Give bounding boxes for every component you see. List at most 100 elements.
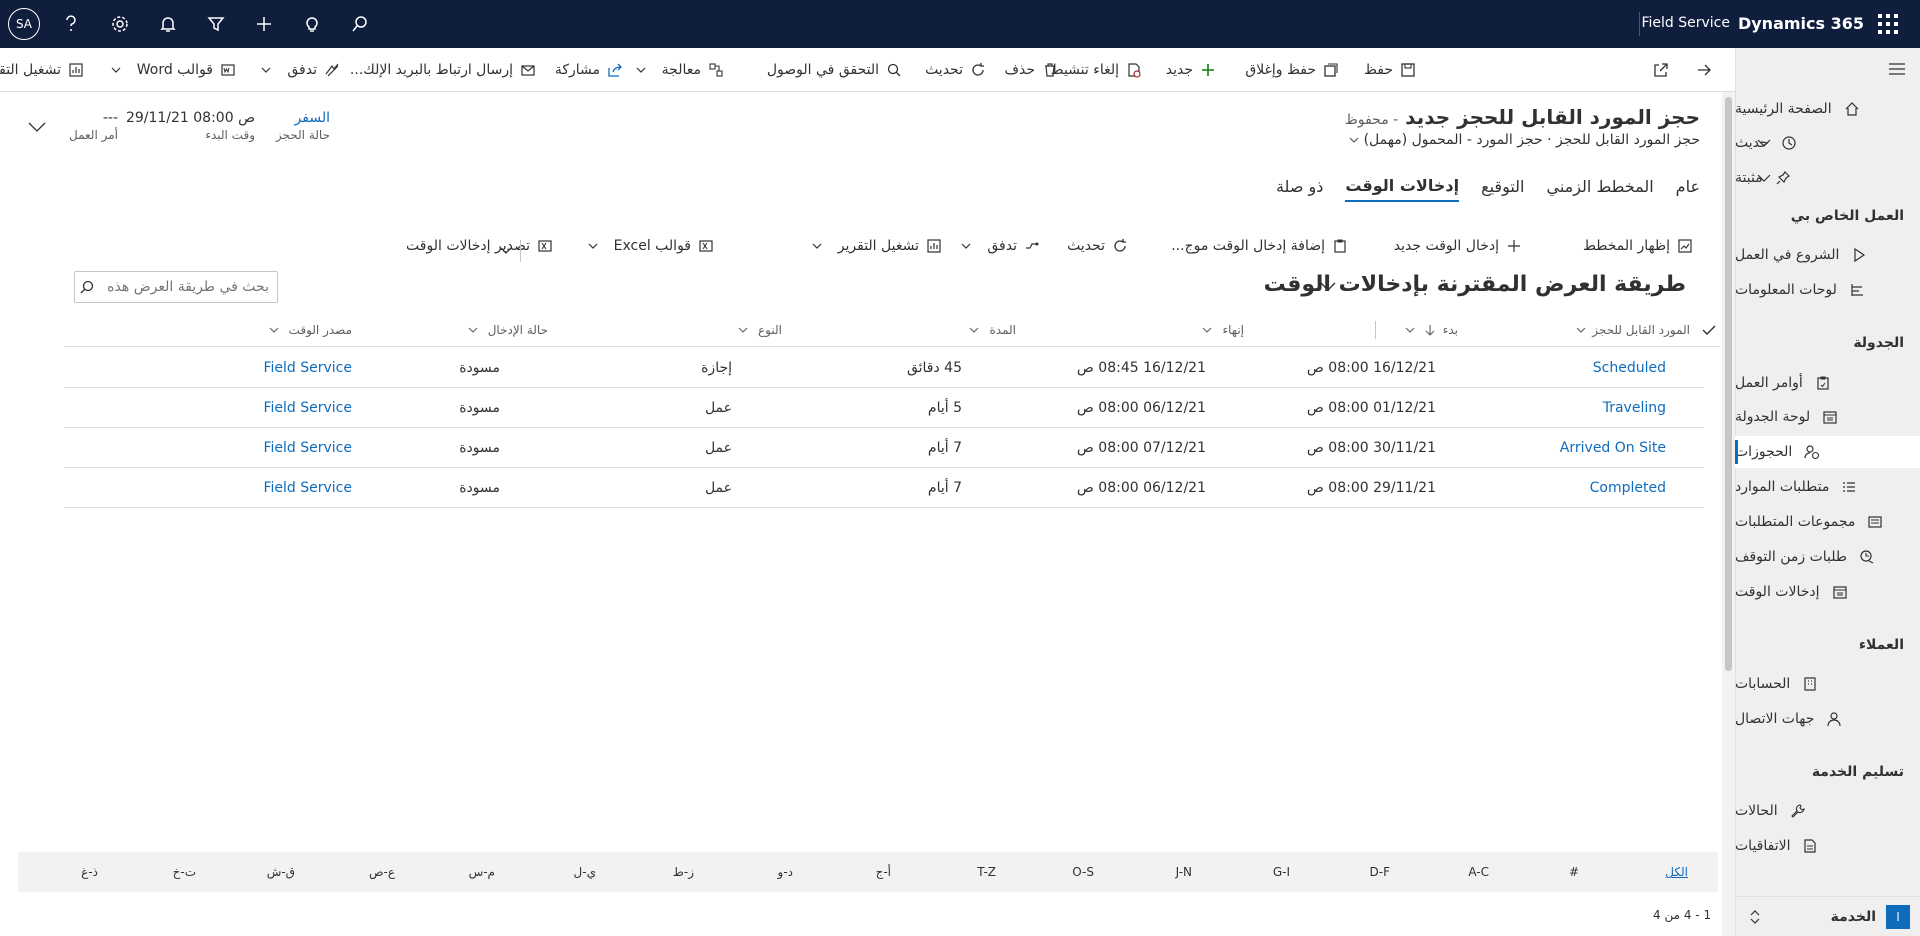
column-header-type[interactable]: النوع xyxy=(738,313,782,347)
brand-title[interactable]: Dynamics 365 xyxy=(1738,14,1864,33)
sidebar-item-bookings[interactable]: الحجوزات xyxy=(1735,436,1920,468)
chevron-down-icon[interactable] xyxy=(1757,174,1771,182)
alpha-filter-item[interactable]: ز-ط xyxy=(673,852,694,892)
word-templates-button[interactable]: قوالب Word xyxy=(111,48,237,92)
column-header-duration[interactable]: المدة xyxy=(969,313,1016,347)
table-row[interactable]: Arrived On Site 30/11/21 08:00 ص 07/12/2… xyxy=(64,428,1704,468)
alpha-filter-item[interactable]: O-S xyxy=(1072,852,1094,892)
tab-time-entries[interactable]: إدخالات الوقت xyxy=(1345,170,1460,202)
delete-button[interactable]: حذف xyxy=(1004,48,1059,92)
add-existing-time-entry-button[interactable]: إضافة إدخال الوقت موج... xyxy=(1171,230,1349,262)
subgrid-refresh-button[interactable]: تحديث xyxy=(1067,230,1129,262)
main-scrollbar[interactable] xyxy=(1722,92,1735,936)
table-row[interactable]: Scheduled 16/12/21 08:00 ص 16/12/21 08:4… xyxy=(64,348,1704,388)
chevron-down-icon[interactable] xyxy=(261,67,271,73)
sidebar-item-accounts[interactable]: الحسابات xyxy=(1735,668,1920,700)
view-chevron-down-icon[interactable] xyxy=(1320,282,1336,292)
sidebar-item-work-orders[interactable]: أوامر العمل xyxy=(1735,367,1920,399)
lightbulb-icon[interactable] xyxy=(300,12,324,36)
alpha-filter-item[interactable]: ذ-غ xyxy=(81,852,98,892)
sidebar-item-requirements[interactable]: متطلبات الموارد xyxy=(1735,471,1920,503)
app-name[interactable]: Field Service xyxy=(1641,15,1730,31)
form-selector[interactable]: حجز المورد - المحمول (مهمل) xyxy=(1364,132,1543,148)
table-row[interactable]: Completed 29/11/21 08:00 ص 06/12/21 08:0… xyxy=(64,468,1704,508)
alpha-filter-item[interactable]: د-و xyxy=(778,852,793,892)
subgrid-run-report-button[interactable]: تشغيل التقرير xyxy=(812,230,943,262)
save-close-button[interactable]: حفظ وإغلاق xyxy=(1245,48,1340,92)
gear-icon[interactable] xyxy=(108,12,132,36)
cell-time-source[interactable]: Field Service xyxy=(263,428,352,468)
plus-icon[interactable] xyxy=(252,12,276,36)
save-button[interactable]: حفظ xyxy=(1364,48,1417,92)
new-time-entry-button[interactable]: إدخال الوقت جديد xyxy=(1394,230,1523,262)
column-header-time-source[interactable]: مصدر الوقت xyxy=(269,313,352,347)
alpha-filter-item[interactable]: ت-خ xyxy=(173,852,196,892)
sidebar-item-dashboards[interactable]: لوحات المعلومات xyxy=(1735,274,1920,306)
chevron-down-icon[interactable] xyxy=(812,243,822,249)
hamburger-icon[interactable] xyxy=(1888,62,1906,76)
alpha-filter-item[interactable]: ع-ص xyxy=(369,852,395,892)
help-icon[interactable] xyxy=(59,12,83,36)
table-row[interactable]: Traveling 01/12/21 08:00 ص 06/12/21 08:0… xyxy=(64,388,1704,428)
chevron-down-icon[interactable] xyxy=(961,243,971,249)
alpha-filter-item[interactable]: J-N xyxy=(1176,852,1192,892)
export-time-entries-button[interactable]: تصدير إدخالات الوقت xyxy=(406,230,554,262)
tab-timeline[interactable]: المخطط الزمني xyxy=(1546,170,1653,202)
select-all-checkbox[interactable] xyxy=(1702,313,1716,347)
alpha-filter-item[interactable]: م-س xyxy=(469,852,495,892)
avatar[interactable]: SA xyxy=(8,8,40,40)
deactivate-button[interactable]: إلغاء تنشيط xyxy=(1051,48,1143,92)
run-report-button[interactable]: تشغيل التقرير xyxy=(0,48,85,92)
sidebar-item-recent[interactable]: حديث xyxy=(1735,127,1920,159)
refresh-button[interactable]: تحديث xyxy=(925,48,987,92)
chevron-down-icon[interactable] xyxy=(588,243,598,249)
filter-icon[interactable] xyxy=(204,12,228,36)
chevron-down-icon[interactable] xyxy=(1757,139,1771,147)
back-button[interactable] xyxy=(1689,48,1713,92)
app-launcher-icon[interactable] xyxy=(1878,14,1898,34)
search-icon[interactable] xyxy=(79,279,95,295)
chevron-down-icon[interactable] xyxy=(1349,137,1359,143)
sidebar-item-cases[interactable]: الحالات xyxy=(1735,795,1920,827)
alpha-filter-item[interactable]: # xyxy=(1569,852,1579,892)
column-header-entry-status[interactable]: حالة الإدخال xyxy=(468,313,548,347)
alpha-filter-item[interactable]: G-I xyxy=(1273,852,1290,892)
alpha-filter-item[interactable]: T-Z xyxy=(977,852,996,892)
sidebar-item-agreements[interactable]: الاتفاقيات xyxy=(1735,830,1920,862)
alpha-filter-item[interactable]: D-F xyxy=(1370,852,1390,892)
alpha-filter-item[interactable]: ق-ش xyxy=(267,852,295,892)
tab-general[interactable]: عام xyxy=(1676,170,1700,202)
share-button[interactable]: مشاركة xyxy=(555,48,624,92)
chevron-down-icon[interactable] xyxy=(636,67,646,73)
check-access-button[interactable]: التحقق في الوصول xyxy=(767,48,903,92)
tab-related[interactable]: ذو صلة xyxy=(1276,170,1323,202)
header-booking-status[interactable]: السفر حالة الحجز xyxy=(276,110,330,142)
alpha-filter-item[interactable]: A-C xyxy=(1468,852,1489,892)
subgrid-flow-button[interactable]: تدفق xyxy=(961,230,1041,262)
scrollbar-thumb[interactable] xyxy=(1725,97,1732,671)
sidebar-item-time-off-requests[interactable]: طلبات زمن التوقف xyxy=(1735,541,1920,573)
header-expand-chevron-icon[interactable] xyxy=(28,122,46,132)
area-switcher[interactable]: الخدمة ا xyxy=(1735,896,1920,936)
sidebar-item-pinned[interactable]: مثبتة xyxy=(1735,162,1920,194)
booking-status-value[interactable]: السفر xyxy=(276,110,330,126)
chevron-down-icon[interactable] xyxy=(111,67,121,73)
bell-icon[interactable] xyxy=(156,12,180,36)
cell-resource[interactable]: Arrived On Site xyxy=(1560,428,1666,468)
sidebar-item-get-started[interactable]: الشروع في العمل xyxy=(1735,239,1920,271)
flow-button[interactable]: تدفق xyxy=(261,48,341,92)
sidebar-item-home[interactable]: الصفحة الرئيسية xyxy=(1735,93,1920,125)
column-header-start[interactable]: بدء xyxy=(1374,313,1458,347)
cell-resource[interactable]: Scheduled xyxy=(1593,348,1666,388)
open-new-window-button[interactable] xyxy=(1646,48,1670,92)
tab-signature[interactable]: التوقيع xyxy=(1481,170,1524,202)
search-input[interactable] xyxy=(95,279,269,295)
alpha-filter-all[interactable]: الكل xyxy=(1665,852,1688,892)
work-order-value[interactable]: --- xyxy=(69,110,118,126)
column-header-end[interactable]: إنهاء xyxy=(1202,313,1244,347)
cell-time-source[interactable]: Field Service xyxy=(263,468,352,508)
sidebar-item-requirement-groups[interactable]: مجموعات المتطلبات xyxy=(1735,506,1920,538)
new-button[interactable]: جديد xyxy=(1166,48,1217,92)
search-icon[interactable] xyxy=(348,12,372,36)
alpha-filter-item[interactable]: أ-ج xyxy=(876,852,891,892)
